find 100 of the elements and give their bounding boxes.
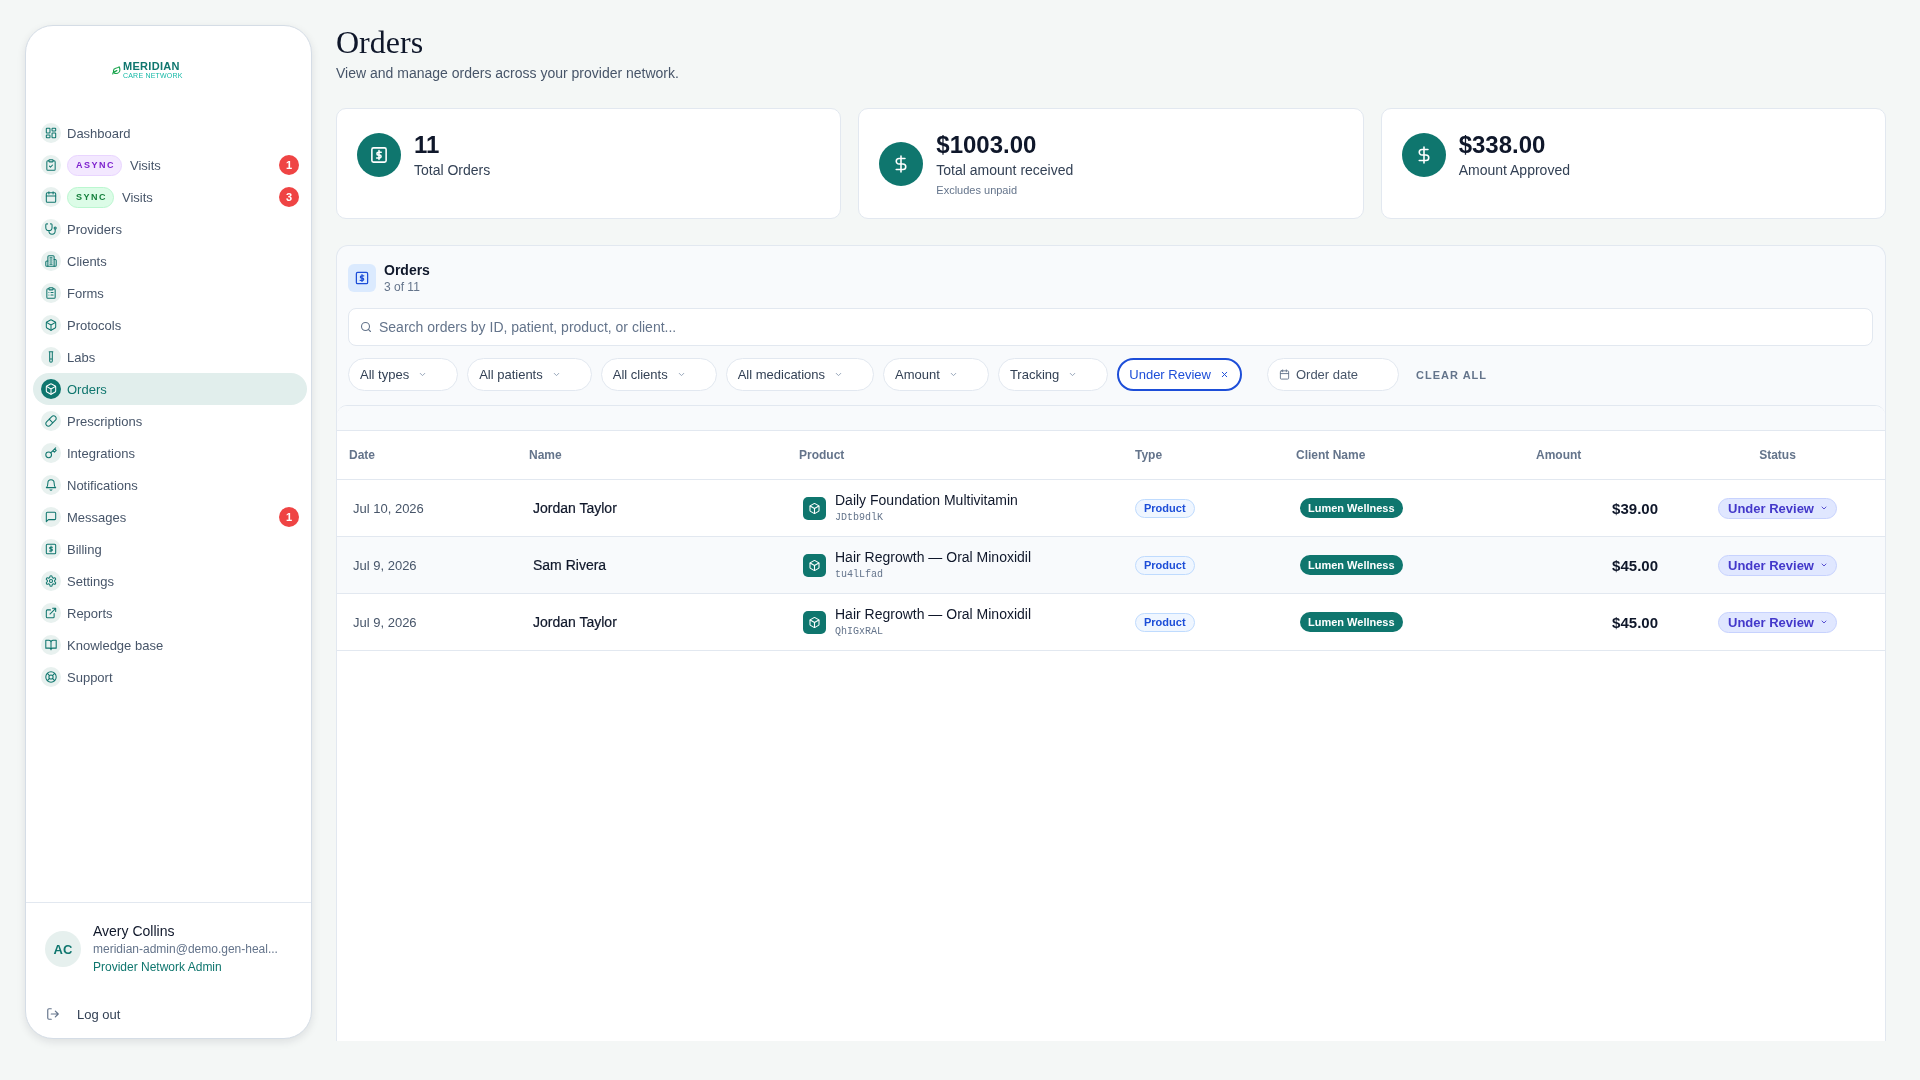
nav-item[interactable]: Settings (33, 565, 307, 597)
order-amount: $45.00 (1612, 613, 1658, 631)
column-header: Amount (1536, 448, 1582, 462)
user-name: Avery Collins (93, 922, 175, 940)
filter-dropdown[interactable]: Tracking (997, 358, 1109, 391)
calendar-icon (41, 187, 61, 207)
product-code: QhIGxRAL (835, 625, 883, 639)
user-role: Provider Network Admin (93, 959, 222, 976)
dollar-icon (879, 142, 924, 186)
filter-dropdown[interactable]: All clients (600, 358, 717, 391)
product-code: tu4lLfad (835, 568, 883, 582)
column-header: Status (1759, 448, 1796, 462)
chat-bubble-icon (41, 507, 61, 527)
type-tag: Product (1135, 555, 1195, 575)
nav-item[interactable]: Notifications (33, 469, 307, 501)
nav-item[interactable]: Integrations (33, 437, 307, 469)
external-link-icon (41, 603, 61, 623)
order-amount: $45.00 (1612, 556, 1658, 574)
caret-icon (676, 370, 686, 379)
page-title: Orders (336, 23, 424, 62)
stat-note: Excludes unpaid (936, 183, 1018, 198)
stat-label: Total amount received (936, 161, 1074, 180)
order-count: 3 of 11 (384, 279, 420, 295)
product-code: JDtb9dlK (835, 511, 883, 525)
nav-item[interactable]: Forms (33, 277, 307, 309)
stat-label: Total Orders (414, 161, 491, 180)
column-header: Client Name (1296, 448, 1366, 462)
count-badge: 3 (279, 187, 299, 207)
key-icon (41, 443, 61, 463)
product-name: Daily Foundation Multivitamin (835, 491, 1018, 509)
filter-dropdown[interactable]: All types (348, 358, 459, 391)
count-badge: 1 (279, 507, 299, 527)
nav-item[interactable]: Billing (33, 533, 307, 565)
order-date: Jul 9, 2026 (353, 557, 417, 573)
nav-item[interactable]: Providers (33, 213, 307, 245)
status-dropdown[interactable]: Under Review (1718, 554, 1837, 576)
caret-icon (834, 370, 844, 379)
caret-icon (551, 370, 561, 379)
status-dropdown[interactable]: Under Review (1718, 611, 1837, 633)
nav-item[interactable]: Orders (33, 373, 307, 405)
logout-button[interactable]: Log out (46, 1004, 121, 1024)
date-filter[interactable]: Order date (1266, 358, 1400, 391)
product-name: Hair Regrowth — Oral Minoxidil (835, 605, 1032, 623)
stethoscope-icon (41, 219, 61, 239)
filter-dropdown[interactable]: All medications (725, 358, 875, 391)
caret-icon (1068, 370, 1078, 379)
stat-value: $338.00 (1458, 130, 1546, 160)
nav-item[interactable]: Messages 1 (33, 501, 307, 533)
dollar-square-icon (348, 264, 376, 292)
client-tag: Lumen Wellness (1300, 498, 1403, 518)
order-date: Jul 10, 2026 (353, 500, 424, 516)
stat-label: Amount Approved (1458, 161, 1570, 180)
count-badge: 1 (279, 155, 299, 175)
building-icon (41, 251, 61, 271)
filter-dropdown[interactable]: Amount (883, 358, 989, 391)
status-filter-chip[interactable]: Under Review (1117, 358, 1242, 391)
cube-icon (41, 315, 61, 335)
stat-value: $1003.00 (936, 130, 1037, 160)
bell-icon (41, 475, 61, 495)
settings-icon (41, 571, 61, 591)
caret-icon (1820, 618, 1828, 626)
search-field[interactable]: Search orders by ID, patient, product, or client... (348, 308, 1873, 346)
nav-item[interactable]: Prescriptions (33, 405, 307, 437)
cube-icon (803, 553, 826, 577)
panel-title: Orders (384, 261, 430, 279)
nav-item[interactable]: Reports (33, 597, 307, 629)
dashboard-grid-icon (41, 123, 61, 143)
clipboard-check-icon (41, 155, 61, 175)
user-email: meridian-admin@demo.gen-heal... (93, 941, 278, 958)
caret-icon (418, 370, 428, 379)
nav-item[interactable]: Protocols (33, 309, 307, 341)
filter-dropdown[interactable]: All patients (467, 358, 592, 391)
status-dropdown[interactable]: Under Review (1718, 497, 1837, 519)
patient-name: Jordan Taylor (533, 500, 617, 516)
visit-type-tag: ASYNC (67, 154, 122, 176)
nav-item[interactable]: Knowledge base (33, 629, 307, 661)
product-name: Hair Regrowth — Oral Minoxidil (835, 548, 1032, 566)
nav-item[interactable]: SYNC Visits 3 (33, 181, 307, 213)
type-tag: Product (1135, 612, 1195, 632)
caret-icon (948, 370, 958, 379)
logout-icon (46, 1007, 60, 1021)
nav-item[interactable]: ASYNC Visits 1 (33, 149, 307, 181)
user-avatar: AC (45, 931, 81, 967)
column-header: Product (799, 448, 845, 462)
logo-wordmark: MERIDIAN (123, 60, 180, 72)
search-icon (360, 321, 372, 333)
nav-item[interactable]: Dashboard (33, 117, 307, 149)
nav-item[interactable]: Support (33, 661, 307, 693)
nav-item[interactable]: Labs (33, 341, 307, 373)
nav-item[interactable]: Clients (33, 245, 307, 277)
client-tag: Lumen Wellness (1300, 555, 1403, 575)
dollar-icon (1401, 133, 1446, 177)
column-header: Date (349, 448, 375, 462)
type-tag: Product (1135, 498, 1195, 518)
column-header: Type (1135, 448, 1163, 462)
caret-icon (1820, 504, 1828, 512)
clear-all-button[interactable]: CLEAR ALL (1416, 368, 1487, 381)
cube-icon (41, 379, 61, 399)
client-tag: Lumen Wellness (1300, 612, 1403, 632)
page-subtitle: View and manage orders across your provider network. (336, 64, 679, 83)
